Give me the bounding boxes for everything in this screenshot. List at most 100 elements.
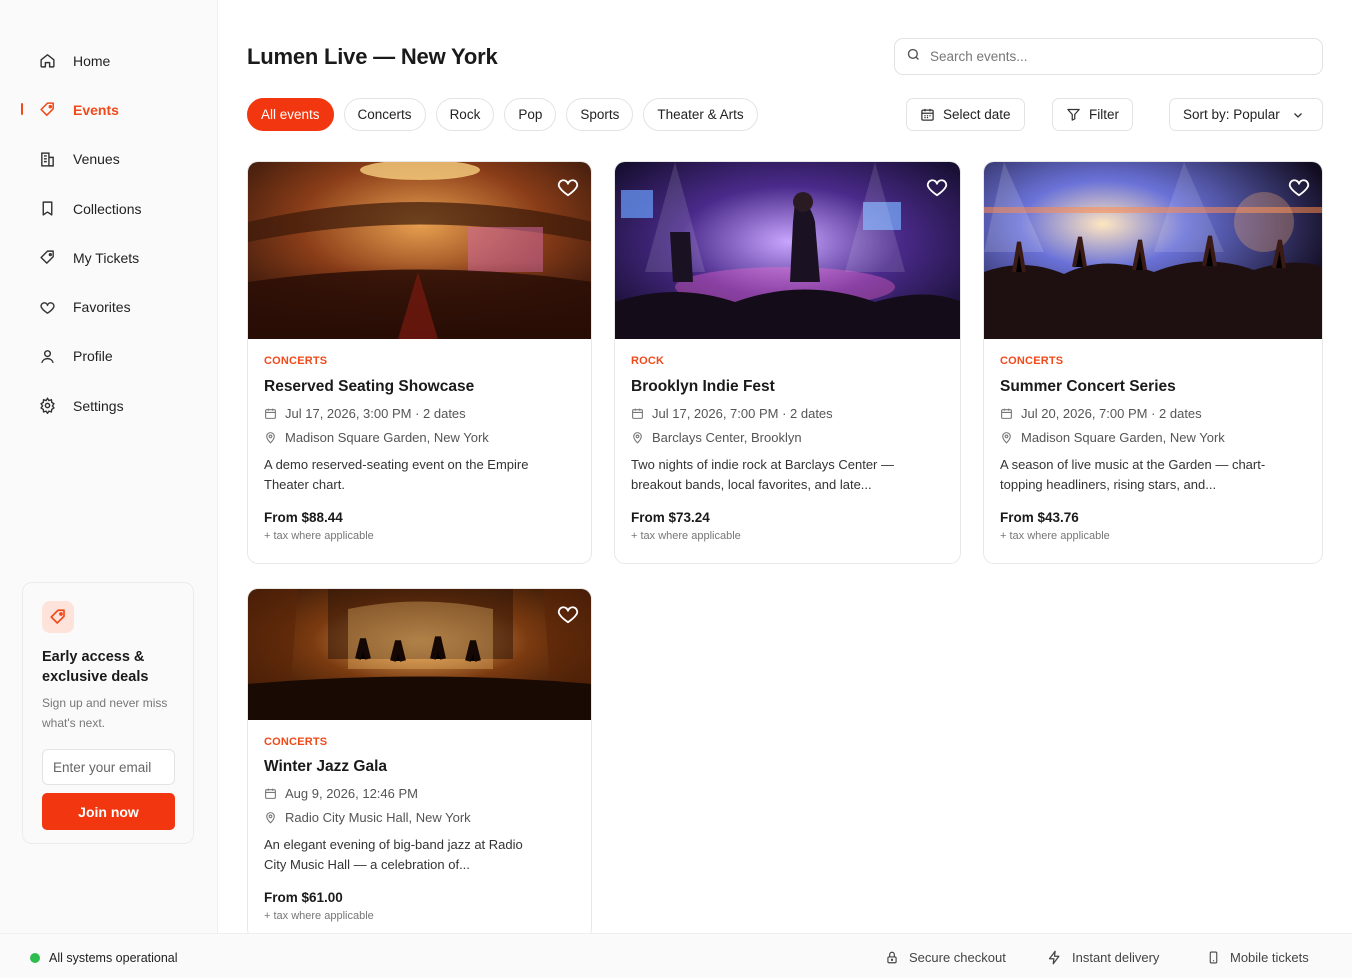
sidebar-item-label: Favorites <box>73 299 131 316</box>
email-field[interactable] <box>42 749 175 785</box>
promo-title: Early access & exclusive deals <box>42 649 149 685</box>
tag-icon <box>42 601 74 633</box>
sidebar-item-label: Settings <box>73 397 124 414</box>
event-category: CONCERTS <box>264 736 328 748</box>
event-date: Jul 17, 2026, 3:00 PM · 2 dates <box>264 406 575 421</box>
event-tax-note: + tax where applicable <box>264 530 374 542</box>
sidebar-item-profile[interactable]: Profile <box>0 332 218 381</box>
event-venue-text: Madison Square Garden, New York <box>285 430 489 445</box>
select-date-button[interactable]: Select date <box>906 98 1025 131</box>
select-date-label: Select date <box>943 107 1011 122</box>
event-date: Aug 9, 2026, 12:46 PM <box>264 786 575 801</box>
user-icon <box>38 347 56 365</box>
sidebar-item-my-tickets[interactable]: My Tickets <box>0 233 218 282</box>
category-chips: All events Concerts Rock Pop Sports Thea… <box>247 98 768 131</box>
event-image <box>615 162 960 339</box>
filter-button[interactable]: Filter <box>1052 98 1133 131</box>
system-status-text: All systems operational <box>49 951 178 965</box>
phone-icon <box>1207 950 1220 965</box>
chip-theater-arts[interactable]: Theater & Arts <box>643 98 758 131</box>
mobile-tickets-text: Mobile tickets <box>1230 950 1309 965</box>
sort-dropdown[interactable]: Sort by: Popular <box>1169 98 1323 131</box>
chip-all-events[interactable]: All events <box>247 98 334 131</box>
promo-text: Sign up and never miss what's next. <box>42 696 168 730</box>
event-venue-text: Radio City Music Hall, New York <box>285 810 471 825</box>
tag-icon <box>38 101 56 119</box>
sort-label: Sort by: Popular <box>1183 107 1280 122</box>
sidebar-item-events[interactable]: Events <box>0 85 218 134</box>
event-date-text: Aug 9, 2026, 12:46 PM <box>285 786 418 801</box>
bookmark-icon <box>38 200 56 218</box>
lightning-icon <box>1047 950 1062 965</box>
gear-icon <box>38 397 56 415</box>
calendar-icon <box>1000 407 1014 421</box>
ticket-icon <box>38 249 56 267</box>
event-venue: Madison Square Garden, New York <box>264 430 575 445</box>
event-title[interactable]: Brooklyn Indie Fest <box>631 378 944 396</box>
mobile-tickets: Mobile tickets <box>1207 950 1309 965</box>
sidebar-item-home[interactable]: Home <box>0 36 218 85</box>
sidebar-item-label: My Tickets <box>73 249 140 266</box>
favorite-heart-icon[interactable] <box>557 177 579 197</box>
location-pin-icon <box>264 811 278 825</box>
chip-pop[interactable]: Pop <box>504 98 557 131</box>
event-date-text: Jul 17, 2026, 3:00 PM · 2 dates <box>285 406 466 421</box>
lock-icon <box>885 950 899 965</box>
event-price: From $43.76 <box>1000 510 1079 525</box>
event-venue-text: Madison Square Garden, New York <box>1021 430 1225 445</box>
sidebar-item-label: Collections <box>73 200 142 217</box>
sidebar-item-label: Home <box>73 52 111 69</box>
sidebar-item-settings[interactable]: Settings <box>0 381 218 430</box>
sidebar-nav: Home Events Venues Collections My Ticket… <box>0 36 218 430</box>
sidebar: Home Events Venues Collections My Ticket… <box>0 0 218 933</box>
sidebar-item-venues[interactable]: Venues <box>0 135 218 184</box>
chip-concerts[interactable]: Concerts <box>343 98 426 131</box>
event-price: From $73.24 <box>631 510 710 525</box>
secure-checkout: Secure checkout <box>885 950 1006 965</box>
event-image <box>984 162 1322 339</box>
event-title[interactable]: Reserved Seating Showcase <box>264 378 575 396</box>
event-tax-note: + tax where applicable <box>631 530 741 542</box>
chip-sports[interactable]: Sports <box>566 98 634 131</box>
event-venue: Barclays Center, Brooklyn <box>631 430 944 445</box>
sidebar-item-label: Profile <box>73 348 113 365</box>
event-date: Jul 17, 2026, 7:00 PM · 2 dates <box>631 406 944 421</box>
home-icon <box>38 52 56 70</box>
search-icon <box>906 47 921 67</box>
event-title[interactable]: Winter Jazz Gala <box>264 758 575 776</box>
favorite-heart-icon[interactable] <box>1288 177 1310 197</box>
chevron-down-icon <box>1292 109 1304 121</box>
building-icon <box>38 150 56 168</box>
event-date-text: Jul 20, 2026, 7:00 PM · 2 dates <box>1021 406 1202 421</box>
chip-rock[interactable]: Rock <box>435 98 495 131</box>
event-card[interactable]: CONCERTS Winter Jazz Gala Aug 9, 2026, 1… <box>247 588 592 940</box>
event-title[interactable]: Summer Concert Series <box>1000 378 1306 396</box>
favorite-heart-icon[interactable] <box>926 177 948 197</box>
join-now-button[interactable]: Join now <box>42 793 175 830</box>
location-pin-icon <box>264 431 278 445</box>
favorite-heart-icon[interactable] <box>557 604 579 624</box>
event-card[interactable]: CONCERTS Reserved Seating Showcase Jul 1… <box>247 161 592 564</box>
event-image <box>248 589 591 720</box>
event-venue: Madison Square Garden, New York <box>1000 430 1306 445</box>
sidebar-item-collections[interactable]: Collections <box>0 184 218 233</box>
instant-delivery: Instant delivery <box>1047 950 1159 965</box>
page-title: Lumen Live — New York <box>247 44 498 69</box>
search-box[interactable] <box>894 38 1323 75</box>
search-input[interactable] <box>930 49 1310 64</box>
event-venue-text: Barclays Center, Brooklyn <box>652 430 802 445</box>
calendar-icon <box>920 107 935 122</box>
event-tax-note: + tax where applicable <box>264 910 374 922</box>
filter-label: Filter <box>1089 107 1119 122</box>
sidebar-item-favorites[interactable]: Favorites <box>0 282 218 331</box>
location-pin-icon <box>631 431 645 445</box>
event-category: ROCK <box>631 355 665 367</box>
calendar-icon <box>264 787 278 801</box>
footer-bar: All systems operational Secure checkout … <box>0 933 1352 978</box>
filter-icon <box>1066 107 1081 122</box>
event-card[interactable]: ROCK Brooklyn Indie Fest Jul 17, 2026, 7… <box>614 161 961 564</box>
heart-icon <box>38 298 56 316</box>
event-category: CONCERTS <box>1000 355 1064 367</box>
event-card[interactable]: CONCERTS Summer Concert Series Jul 20, 2… <box>983 161 1323 564</box>
event-description: Two nights of indie rock at Barclays Cen… <box>631 457 895 492</box>
